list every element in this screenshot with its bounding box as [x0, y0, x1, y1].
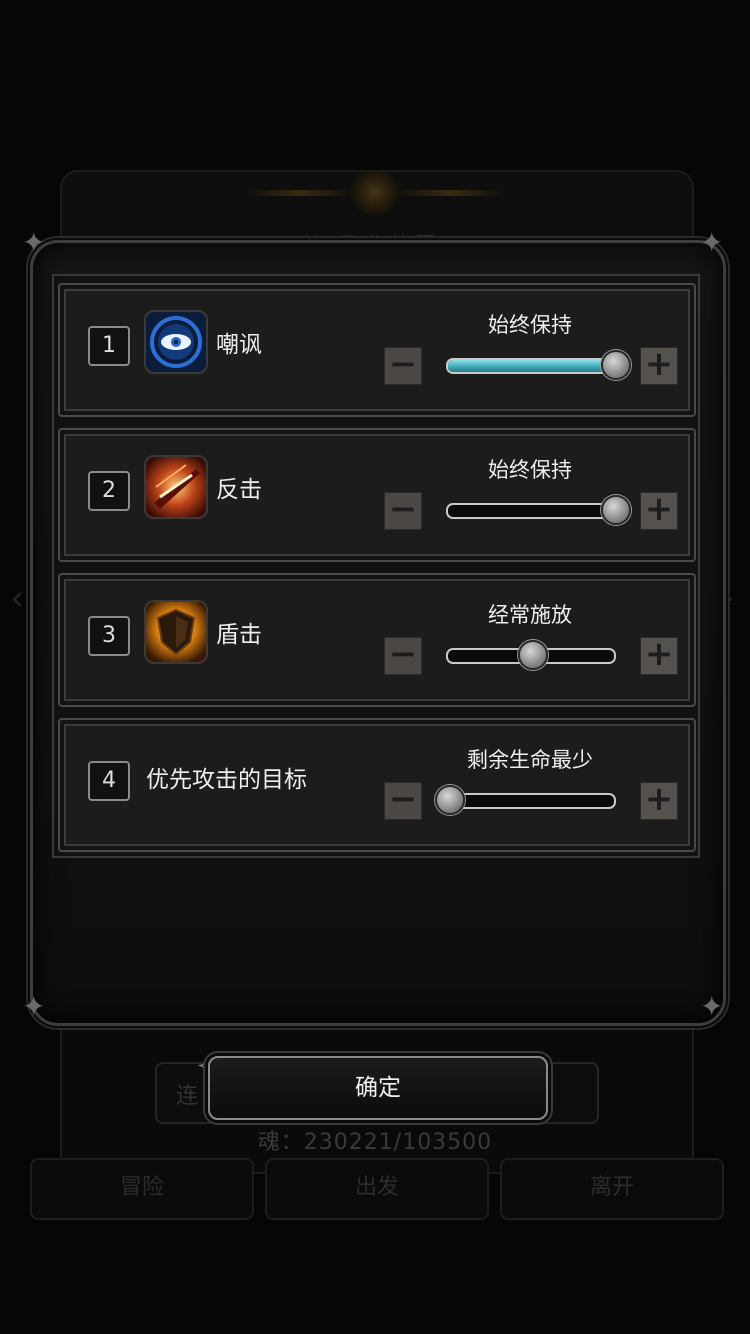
slash-icon — [144, 455, 208, 519]
tactic-index: 4 — [88, 761, 130, 801]
tactic-mode-label: 剩余生命最少 — [467, 748, 593, 772]
tactic-row-target-priority: 4 优先攻击的目标 剩余生命最少 − + — [58, 718, 696, 852]
background-tab-depart: 出发 — [265, 1158, 489, 1220]
tactic-index: 3 — [88, 616, 130, 656]
tactic-row-counter: 2 反击 始终保持 − + — [58, 428, 696, 562]
tactic-index: 1 — [88, 326, 130, 366]
decrease-button[interactable]: − — [384, 492, 422, 530]
slider-knob[interactable] — [601, 495, 631, 525]
slider-knob[interactable] — [518, 640, 548, 670]
frequency-slider[interactable] — [446, 640, 616, 670]
slider-fill — [448, 360, 614, 372]
tactic-mode-label: 始终保持 — [488, 458, 572, 482]
emblem-icon — [345, 170, 405, 214]
background-tab-adventure: 冒险 — [30, 1158, 254, 1220]
souls-counter: 魂：230221/103500 — [257, 1130, 493, 1155]
background-chain-label: 连 — [176, 1084, 199, 1109]
tactic-name: 反击 — [216, 477, 262, 503]
increase-button[interactable]: + — [640, 782, 678, 820]
frequency-slider[interactable] — [435, 785, 616, 815]
decrease-button[interactable]: − — [384, 637, 422, 675]
corner-spike-icon: ✦ — [700, 990, 724, 1023]
decrease-button[interactable]: − — [384, 347, 422, 385]
confirm-button[interactable]: 确定 — [208, 1056, 548, 1120]
background-tab-leave: 离开 — [500, 1158, 724, 1220]
left-arrow-icon: ‹ — [10, 578, 25, 619]
corner-spike-icon: ✦ — [22, 226, 46, 259]
slider-knob[interactable] — [601, 350, 631, 380]
emblem-left-wing — [245, 190, 355, 196]
decrease-button[interactable]: − — [384, 782, 422, 820]
tactic-name: 嘲讽 — [216, 332, 262, 358]
frequency-slider[interactable] — [446, 350, 631, 380]
slider-knob[interactable] — [435, 785, 465, 815]
tactic-name: 优先攻击的目标 — [146, 767, 307, 793]
increase-button[interactable]: + — [640, 637, 678, 675]
tactic-index: 2 — [88, 471, 130, 511]
frequency-slider[interactable] — [446, 495, 631, 525]
tactic-row-shield-bash: 3 盾击 经常施放 − + — [58, 573, 696, 707]
corner-spike-icon: ✦ — [22, 990, 46, 1023]
eye-icon — [144, 310, 208, 374]
tactic-mode-label: 始终保持 — [488, 313, 572, 337]
increase-button[interactable]: + — [640, 347, 678, 385]
tactic-mode-label: 经常施放 — [488, 603, 572, 627]
tactic-name: 盾击 — [216, 622, 262, 648]
corner-spike-icon: ✦ — [700, 226, 724, 259]
increase-button[interactable]: + — [640, 492, 678, 530]
tactic-row-taunt: 1 嘲讽 始终保持 − + — [58, 283, 696, 417]
shield-icon — [144, 600, 208, 664]
emblem-right-wing — [395, 190, 505, 196]
